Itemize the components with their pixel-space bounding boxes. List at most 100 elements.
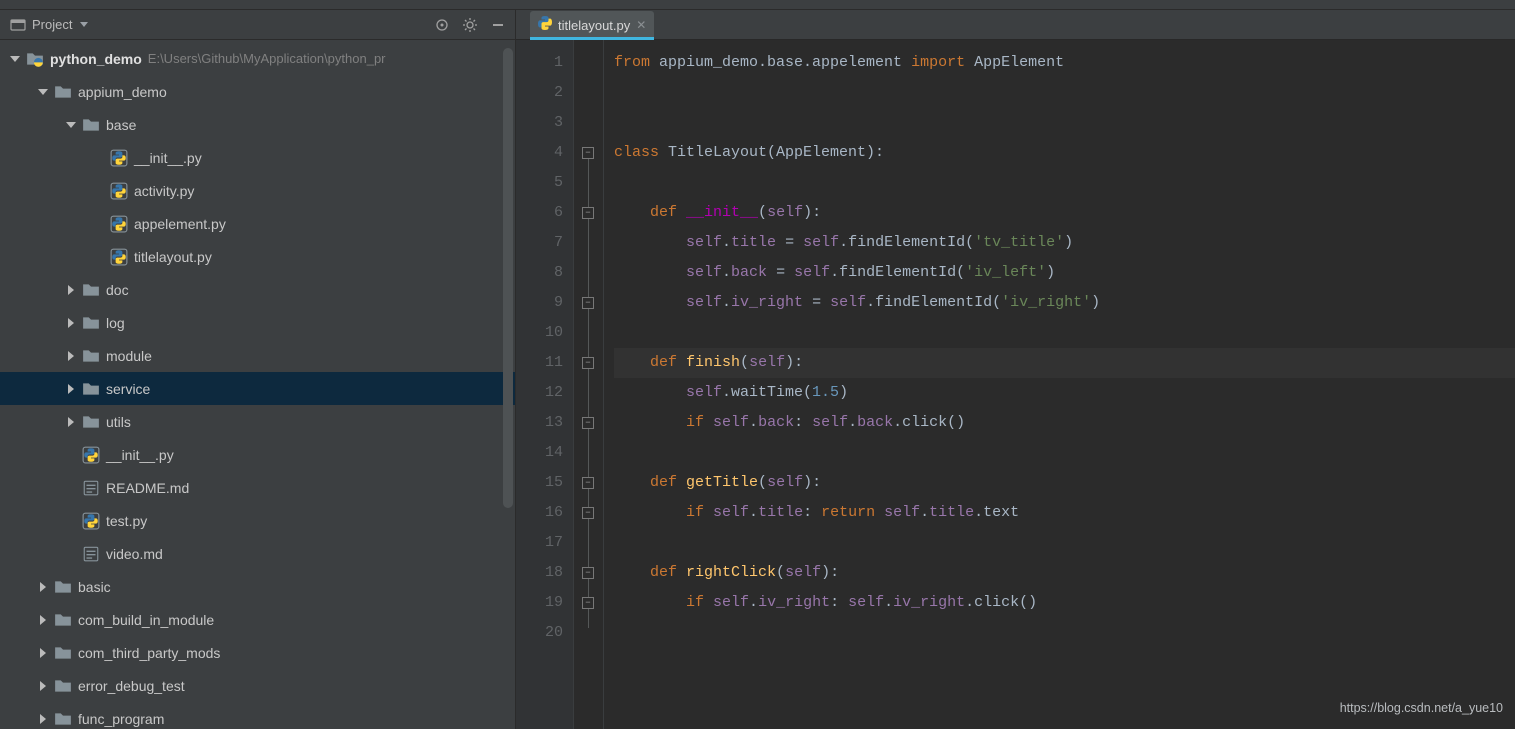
- line-number[interactable]: 1: [516, 48, 563, 78]
- chevron-right-icon[interactable]: [64, 349, 78, 363]
- line-number[interactable]: 13: [516, 408, 563, 438]
- chevron-right-icon[interactable]: [36, 712, 50, 726]
- chevron-right-icon[interactable]: [36, 679, 50, 693]
- chevron-right-icon[interactable]: [64, 283, 78, 297]
- select-open-file-icon[interactable]: [431, 14, 453, 36]
- code-line[interactable]: [614, 618, 1515, 648]
- line-number[interactable]: 11: [516, 348, 563, 378]
- line-gutter[interactable]: 1234567891011121314151617181920: [516, 40, 574, 729]
- tree-item-log[interactable]: log: [0, 306, 515, 339]
- code-line[interactable]: [614, 108, 1515, 138]
- tab-label: titlelayout.py: [558, 18, 630, 33]
- code-line[interactable]: if self.title: return self.title.text: [614, 498, 1515, 528]
- line-number[interactable]: 5: [516, 168, 563, 198]
- fold-toggle-icon[interactable]: −: [582, 507, 594, 519]
- tree-item--init-py[interactable]: __init__.py: [0, 141, 515, 174]
- line-number[interactable]: 4: [516, 138, 563, 168]
- editor-tab-titlelayout[interactable]: titlelayout.py ✕: [530, 11, 654, 39]
- editor-area: titlelayout.py ✕ 12345678910111213141516…: [516, 10, 1515, 729]
- fold-toggle-icon[interactable]: −: [582, 417, 594, 429]
- fold-toggle-icon[interactable]: −: [582, 147, 594, 159]
- tree-item-doc[interactable]: doc: [0, 273, 515, 306]
- hide-icon[interactable]: [487, 14, 509, 36]
- chevron-down-icon[interactable]: [80, 22, 88, 27]
- chevron-right-icon[interactable]: [36, 646, 50, 660]
- line-number[interactable]: 19: [516, 588, 563, 618]
- fold-toggle-icon[interactable]: −: [582, 567, 594, 579]
- tree-item-func-program[interactable]: func_program: [0, 702, 515, 729]
- line-number[interactable]: 14: [516, 438, 563, 468]
- chevron-right-icon[interactable]: [64, 316, 78, 330]
- line-number[interactable]: 17: [516, 528, 563, 558]
- code-line[interactable]: self.back = self.findElementId('iv_left'…: [614, 258, 1515, 288]
- close-icon[interactable]: ✕: [636, 18, 646, 32]
- line-number[interactable]: 2: [516, 78, 563, 108]
- tree-item-error-debug-test[interactable]: error_debug_test: [0, 669, 515, 702]
- code-line[interactable]: [614, 168, 1515, 198]
- fold-toggle-icon[interactable]: −: [582, 297, 594, 309]
- project-view-label[interactable]: Project: [32, 17, 72, 32]
- tree-item-titlelayout-py[interactable]: titlelayout.py: [0, 240, 515, 273]
- fold-toggle-icon[interactable]: −: [582, 357, 594, 369]
- code-line[interactable]: def __init__(self):: [614, 198, 1515, 228]
- fold-strip[interactable]: − − − − − − − − −: [574, 40, 604, 729]
- tree-item-com-build-in-module[interactable]: com_build_in_module: [0, 603, 515, 636]
- code-line[interactable]: [614, 318, 1515, 348]
- tree-item-readme-md[interactable]: README.md: [0, 471, 515, 504]
- tree-item--init-py[interactable]: __init__.py: [0, 438, 515, 471]
- tree-item-test-py[interactable]: test.py: [0, 504, 515, 537]
- fold-toggle-icon[interactable]: −: [582, 207, 594, 219]
- code-line[interactable]: def getTitle(self):: [614, 468, 1515, 498]
- chevron-down-icon[interactable]: [8, 52, 22, 66]
- chevron-right-icon[interactable]: [64, 415, 78, 429]
- line-number[interactable]: 9: [516, 288, 563, 318]
- line-number[interactable]: 15: [516, 468, 563, 498]
- code-line[interactable]: [614, 528, 1515, 558]
- line-number[interactable]: 10: [516, 318, 563, 348]
- code-line[interactable]: [614, 78, 1515, 108]
- line-number[interactable]: 12: [516, 378, 563, 408]
- tree-item-python-demo[interactable]: python_demoE:\Users\Github\MyApplication…: [0, 42, 515, 75]
- tree-item-base[interactable]: base: [0, 108, 515, 141]
- code-line[interactable]: if self.iv_right: self.iv_right.click(): [614, 588, 1515, 618]
- tree-item-com-third-party-mods[interactable]: com_third_party_mods: [0, 636, 515, 669]
- tree-item-video-md[interactable]: video.md: [0, 537, 515, 570]
- code-line[interactable]: def finish(self):: [614, 348, 1515, 378]
- tree-item-service[interactable]: service: [0, 372, 515, 405]
- line-number[interactable]: 3: [516, 108, 563, 138]
- tree-item-appium-demo[interactable]: appium_demo: [0, 75, 515, 108]
- code-line[interactable]: class TitleLayout(AppElement):: [614, 138, 1515, 168]
- tree-item-activity-py[interactable]: activity.py: [0, 174, 515, 207]
- fold-toggle-icon[interactable]: −: [582, 597, 594, 609]
- code-line[interactable]: self.iv_right = self.findElementId('iv_r…: [614, 288, 1515, 318]
- code-line[interactable]: [614, 438, 1515, 468]
- tree-item-utils[interactable]: utils: [0, 405, 515, 438]
- line-number[interactable]: 7: [516, 228, 563, 258]
- chevron-right-icon[interactable]: [36, 580, 50, 594]
- project-tree[interactable]: python_demoE:\Users\Github\MyApplication…: [0, 40, 515, 729]
- tree-scrollbar[interactable]: [503, 48, 513, 508]
- python-file-icon: [82, 446, 100, 464]
- tree-item-basic[interactable]: basic: [0, 570, 515, 603]
- tree-item-appelement-py[interactable]: appelement.py: [0, 207, 515, 240]
- line-number[interactable]: 6: [516, 198, 563, 228]
- code-line[interactable]: from appium_demo.base.appelement import …: [614, 48, 1515, 78]
- line-number[interactable]: 8: [516, 258, 563, 288]
- folder-icon: [82, 314, 100, 332]
- gear-icon[interactable]: [459, 14, 481, 36]
- chevron-down-icon[interactable]: [64, 118, 78, 132]
- code-content[interactable]: from appium_demo.base.appelement import …: [604, 40, 1515, 729]
- fold-toggle-icon[interactable]: −: [582, 477, 594, 489]
- chevron-right-icon[interactable]: [64, 382, 78, 396]
- watermark-url: https://blog.csdn.net/a_yue10: [1340, 693, 1503, 723]
- code-line[interactable]: if self.back: self.back.click(): [614, 408, 1515, 438]
- code-line[interactable]: self.title = self.findElementId('tv_titl…: [614, 228, 1515, 258]
- chevron-down-icon[interactable]: [36, 85, 50, 99]
- chevron-right-icon[interactable]: [36, 613, 50, 627]
- line-number[interactable]: 16: [516, 498, 563, 528]
- line-number[interactable]: 20: [516, 618, 563, 648]
- code-line[interactable]: def rightClick(self):: [614, 558, 1515, 588]
- code-line[interactable]: self.waitTime(1.5): [614, 378, 1515, 408]
- tree-item-module[interactable]: module: [0, 339, 515, 372]
- line-number[interactable]: 18: [516, 558, 563, 588]
